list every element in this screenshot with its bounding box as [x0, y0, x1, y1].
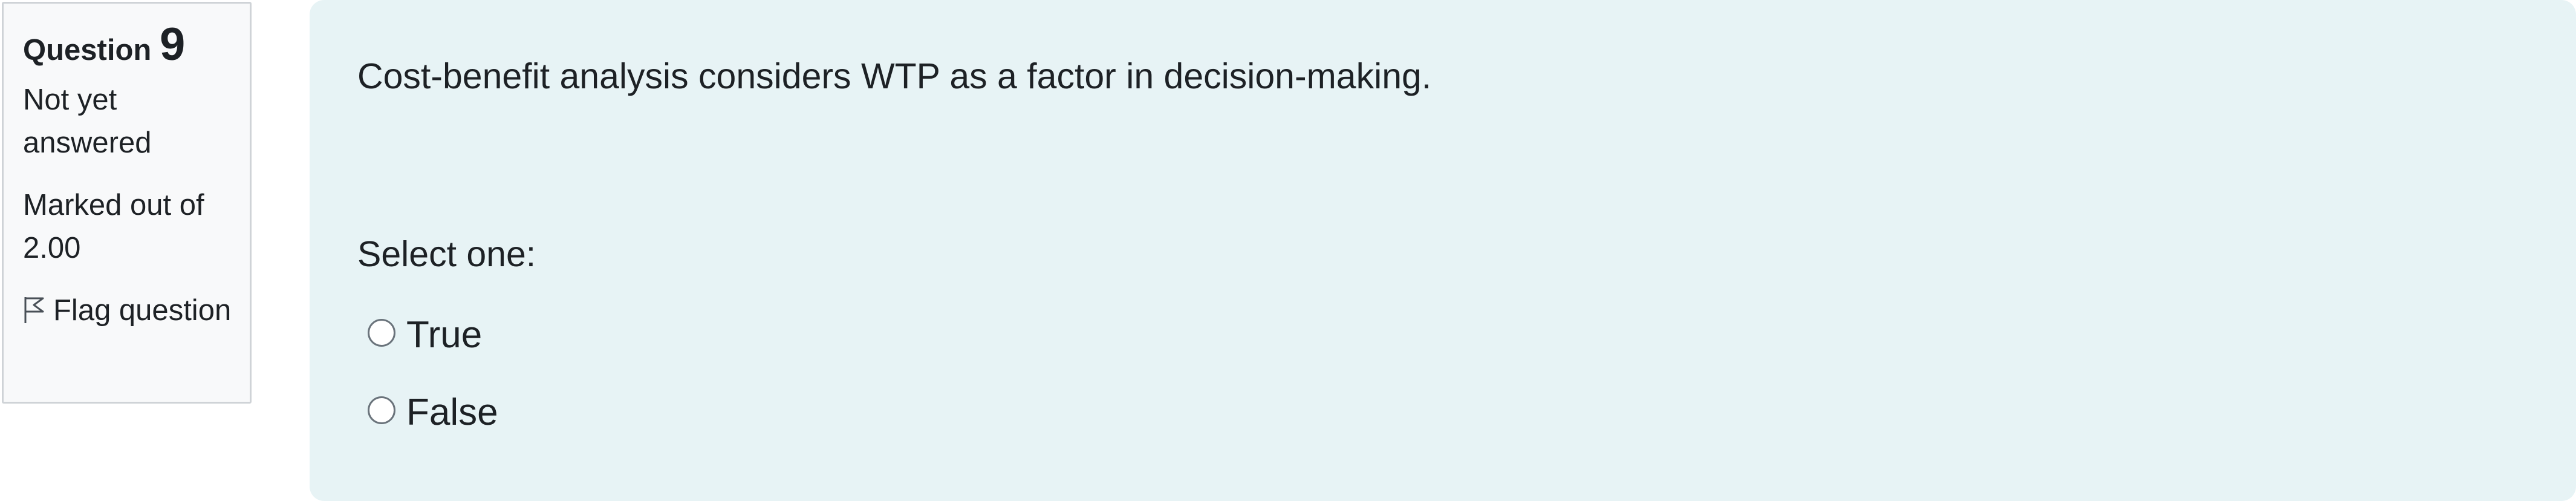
question-text: Cost-benefit analysis considers WTP as a… — [357, 56, 1432, 96]
radio-false[interactable] — [368, 396, 395, 424]
option-label-true[interactable]: True — [406, 312, 482, 358]
question-info-panel: Question 9 Not yet answered Marked out o… — [2, 2, 252, 404]
question-content: Cost-benefit analysis considers WTP as a… — [310, 0, 2576, 501]
select-prompt: Select one: — [357, 234, 536, 274]
question-number: 9 — [159, 19, 186, 70]
question-number-heading: Question 9 — [23, 22, 232, 70]
question-label: Question — [23, 34, 152, 67]
question-status: Not yet answered — [23, 83, 152, 159]
flag-outline-icon — [23, 293, 45, 336]
answer-option-true[interactable]: True — [368, 307, 482, 358]
question-marks: Marked out of 2.00 — [23, 188, 204, 264]
answer-option-false[interactable]: False — [368, 385, 498, 436]
flag-question-label: Flag question — [53, 293, 232, 327]
radio-true[interactable] — [368, 319, 395, 347]
option-label-false[interactable]: False — [406, 390, 498, 436]
flag-question-button[interactable]: Flag question — [23, 289, 232, 336]
